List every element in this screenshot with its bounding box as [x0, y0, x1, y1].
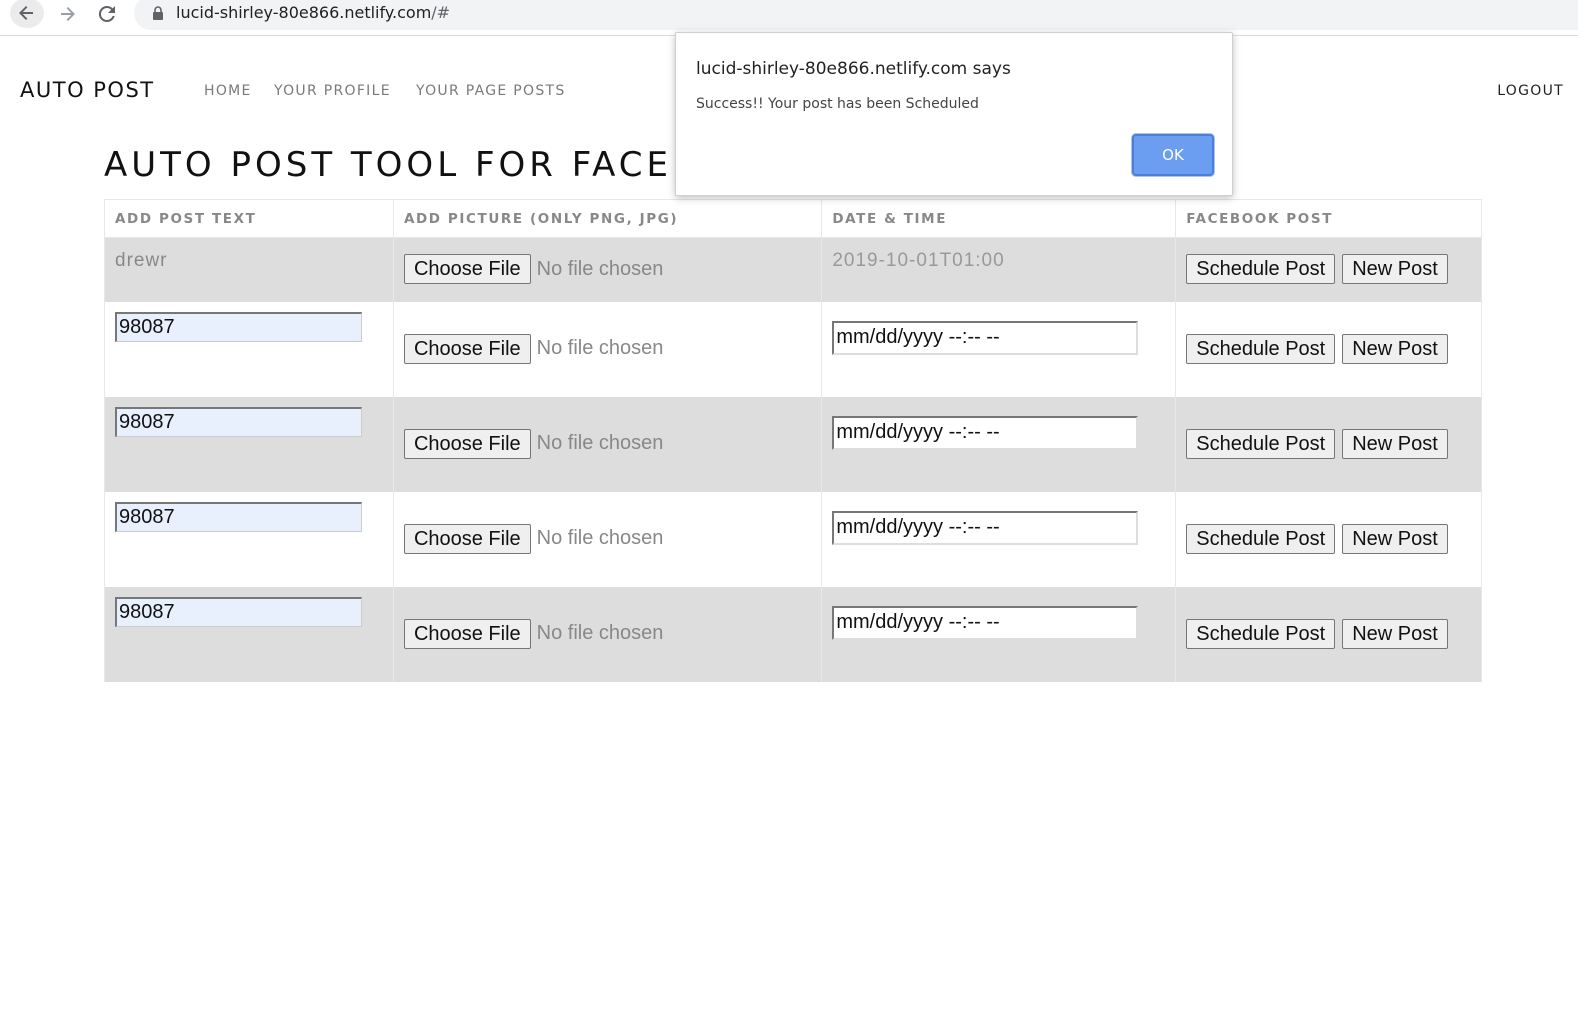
header-date-time: DATE & TIME [821, 199, 1177, 238]
schedule-post-button[interactable]: Schedule Post [1186, 428, 1336, 459]
new-post-button[interactable]: New Post [1342, 523, 1448, 554]
picture-cell: Choose File No file chosen [392, 237, 823, 302]
url-text[interactable]: lucid-shirley-80e866.netlify.com/# [176, 3, 450, 22]
date-cell [821, 491, 1177, 587]
header-post-text: ADD POST TEXT [104, 199, 394, 238]
site-brand[interactable]: AUTO POST [20, 78, 155, 102]
picture-cell: Choose File No file chosen [392, 301, 823, 397]
forward-arrow-icon[interactable] [50, 0, 84, 28]
file-status: No file chosen [536, 257, 664, 280]
ok-button[interactable]: OK [1132, 134, 1214, 176]
url-host: lucid-shirley-80e866.netlify.com [176, 3, 432, 22]
back-arrow-icon[interactable] [10, 0, 44, 28]
dialog-message: Success!! Your post has been Scheduled [696, 96, 979, 112]
posts-table: ADD POST TEXT ADD PICTURE (ONLY PNG, JPG… [104, 199, 1482, 682]
file-status: No file chosen [536, 622, 664, 644]
table-row: Choose FileNo file chosen Schedule PostN… [104, 396, 1482, 492]
post-text-cell [104, 396, 394, 492]
table-row: Choose FileNo file chosen Schedule PostN… [104, 301, 1482, 397]
date-cell [821, 301, 1177, 397]
date-cell [821, 396, 1177, 492]
datetime-input[interactable] [832, 510, 1139, 545]
actions-cell: Schedule Post New Post [1175, 237, 1482, 302]
post-text-cell [104, 586, 394, 682]
table-row: Choose FileNo file chosen Schedule PostN… [104, 586, 1482, 682]
post-text-input[interactable] [115, 406, 362, 437]
picture-cell: Choose File No file chosen [392, 491, 823, 587]
table-row: Choose FileNo file chosen Schedule PostN… [104, 491, 1482, 587]
post-text-cell [104, 491, 394, 587]
nav-home[interactable]: HOME [204, 83, 252, 99]
datetime-input[interactable] [832, 320, 1139, 355]
new-post-button[interactable]: New Post [1342, 254, 1448, 284]
datetime-input[interactable] [832, 605, 1139, 640]
picture-cell: Choose File No file chosen [392, 586, 823, 682]
lock-icon [152, 6, 164, 20]
header-facebook-post: FACEBOOK POST [1175, 199, 1482, 238]
post-text-input[interactable] [115, 311, 362, 342]
schedule-post-button[interactable]: Schedule Post [1186, 333, 1336, 364]
alert-dialog: lucid-shirley-80e866.netlify.com says Su… [675, 32, 1233, 196]
post-text-cell: drewr [104, 237, 394, 302]
post-text-input[interactable] [115, 596, 362, 627]
choose-file-button[interactable]: Choose File [403, 523, 531, 554]
schedule-post-button[interactable]: Schedule Post [1186, 523, 1336, 554]
dialog-title: lucid-shirley-80e866.netlify.com says [696, 59, 1011, 79]
browser-toolbar: lucid-shirley-80e866.netlify.com/# [0, 0, 1578, 36]
new-post-button[interactable]: New Post [1342, 428, 1448, 459]
date-cell: 2019-10-01T01:00 [821, 237, 1177, 302]
new-post-button[interactable]: New Post [1342, 333, 1448, 364]
actions-cell: Schedule Post New Post [1175, 301, 1482, 397]
table-row: drewr Choose File No file chosen 2019-10-… [104, 237, 1482, 302]
picture-cell: Choose File No file chosen [392, 396, 823, 492]
datetime-input[interactable] [832, 415, 1139, 450]
actions-cell: Schedule Post New Post [1175, 491, 1482, 587]
choose-file-button[interactable]: Choose File [403, 428, 531, 459]
actions-cell: Schedule Post New Post [1175, 396, 1482, 492]
post-text-input[interactable] [115, 501, 362, 532]
post-text-value: drewr [115, 250, 168, 271]
choose-file-button[interactable]: Choose File [403, 618, 531, 649]
url-path: /# [431, 3, 451, 22]
choose-file-button[interactable]: Choose File [403, 333, 531, 364]
new-post-button[interactable]: New Post [1342, 618, 1448, 649]
post-text-cell [104, 301, 394, 397]
reload-icon[interactable] [90, 0, 124, 28]
schedule-post-button[interactable]: Schedule Post [1186, 254, 1336, 284]
table-header-row: ADD POST TEXT ADD PICTURE (ONLY PNG, JPG… [104, 199, 1482, 238]
actions-cell: Schedule Post New Post [1175, 586, 1482, 682]
datetime-value: 2019-10-01T01:00 [832, 250, 1005, 271]
date-cell [821, 586, 1177, 682]
file-status: No file chosen [536, 527, 664, 549]
nav-your-page-posts[interactable]: YOUR PAGE POSTS [416, 83, 566, 99]
nav-your-profile[interactable]: YOUR PROFILE [274, 83, 391, 99]
choose-file-button[interactable]: Choose File [403, 254, 531, 284]
logout-link[interactable]: LOGOUT [1497, 83, 1564, 99]
header-picture: ADD PICTURE (ONLY PNG, JPG) [392, 199, 823, 238]
file-status: No file chosen [536, 337, 664, 359]
schedule-post-button[interactable]: Schedule Post [1186, 618, 1336, 649]
file-status: No file chosen [536, 432, 664, 454]
